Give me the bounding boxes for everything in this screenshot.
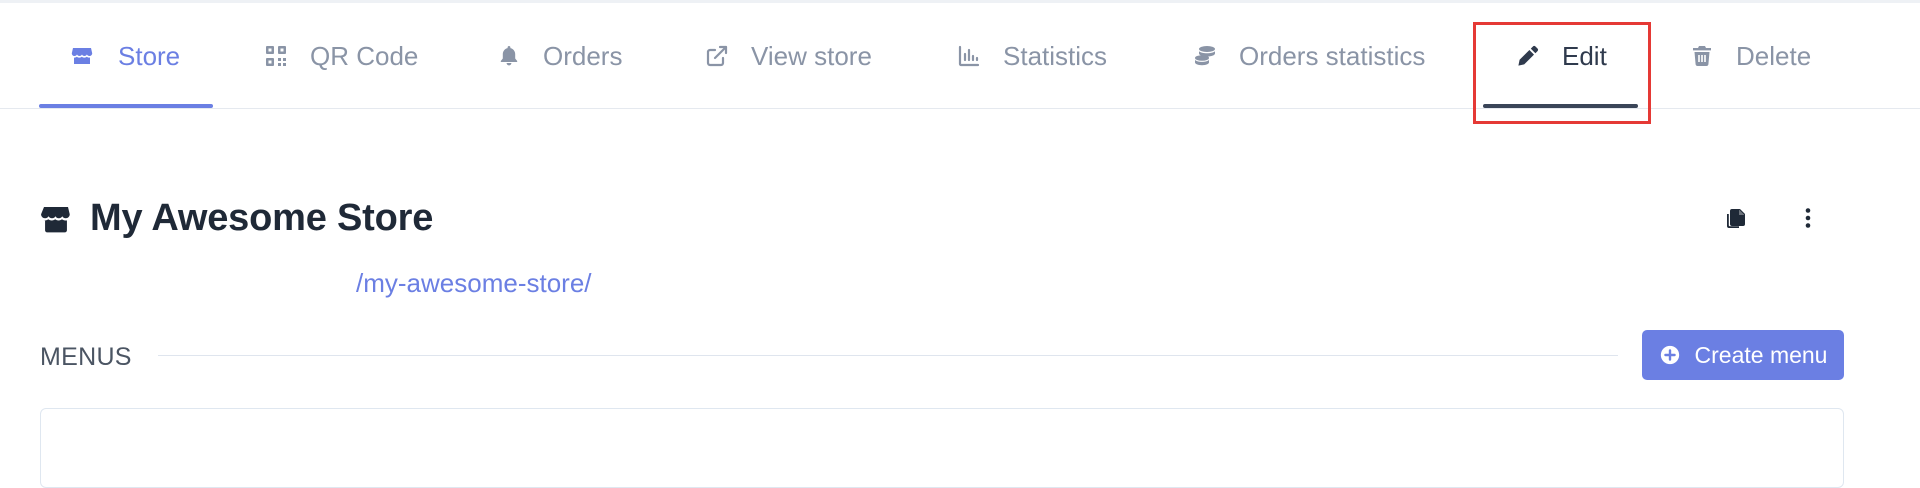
tab-store[interactable]: Store	[70, 3, 180, 109]
qr-code-icon	[264, 44, 288, 68]
tab-statistics[interactable]: Statistics	[957, 3, 1107, 109]
store-header: My Awesome Store	[40, 197, 433, 240]
create-menu-button[interactable]: Create menu	[1642, 330, 1844, 380]
chart-icon	[957, 44, 981, 68]
active-tab-indicator	[39, 104, 213, 108]
coins-icon	[1193, 44, 1217, 68]
tab-store-label: Store	[118, 40, 181, 71]
tab-qr-code[interactable]: QR Code	[264, 3, 418, 109]
tab-statistics-label: Statistics	[1003, 40, 1108, 71]
trash-icon	[1690, 44, 1714, 68]
tab-orders[interactable]: Orders	[497, 3, 622, 109]
bell-icon	[497, 44, 521, 68]
more-options-button[interactable]	[1790, 202, 1826, 238]
edit-highlight-box	[1473, 22, 1651, 124]
copy-button[interactable]	[1718, 202, 1754, 238]
page-title: My Awesome Store	[90, 197, 434, 239]
store-slug-link[interactable]: /my-awesome-store/	[356, 268, 592, 299]
menus-section-title: MENUS	[40, 343, 132, 371]
tab-view-store[interactable]: View store	[705, 3, 872, 109]
tab-view-store-label: View store	[751, 40, 872, 71]
tab-orders-statistics[interactable]: Orders statistics	[1193, 3, 1425, 109]
menus-divider	[158, 355, 1618, 356]
tab-delete[interactable]: Delete	[1690, 3, 1811, 109]
store-icon	[40, 203, 72, 235]
header-actions	[1718, 202, 1826, 238]
menus-panel	[40, 408, 1844, 488]
tab-delete-label: Delete	[1736, 40, 1812, 71]
tab-orders-label: Orders	[543, 40, 623, 71]
tab-qr-code-label: QR Code	[310, 40, 419, 71]
vertical-dots-icon	[1796, 206, 1820, 235]
external-link-icon	[705, 44, 729, 68]
create-menu-label: Create menu	[1694, 341, 1828, 368]
tab-orders-statistics-label: Orders statistics	[1239, 40, 1426, 71]
copy-icon	[1724, 206, 1748, 235]
store-icon	[70, 44, 94, 68]
plus-circle-icon	[1659, 344, 1681, 366]
